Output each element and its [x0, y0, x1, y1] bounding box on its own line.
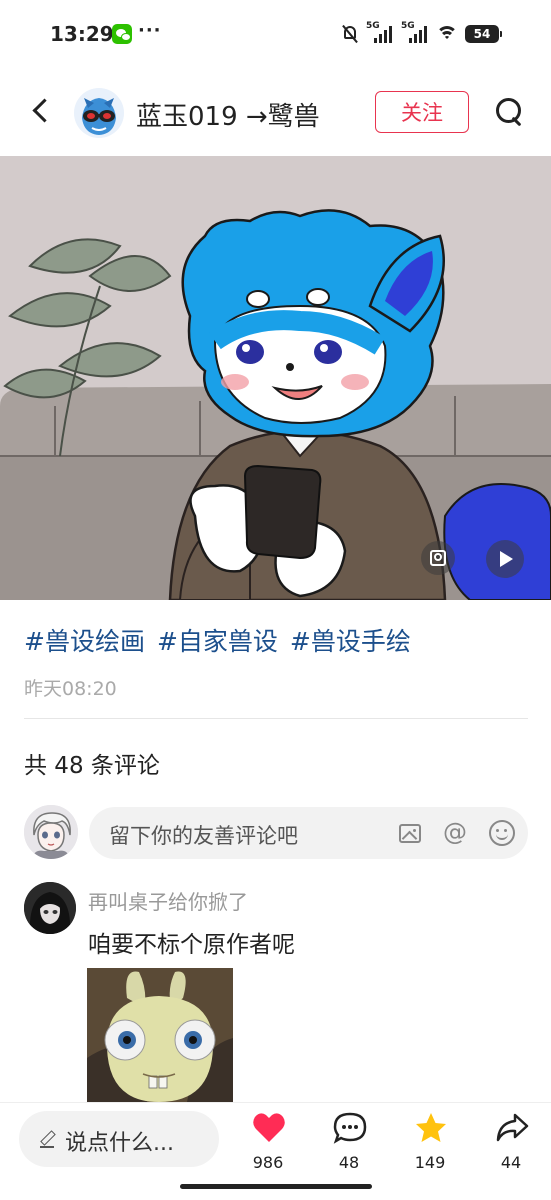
wechat-icon	[112, 24, 132, 44]
pencil-icon	[39, 1131, 55, 1148]
signal-icon: 5G	[401, 21, 429, 45]
post-header: 蓝玉019 →鹭兽 关注	[0, 80, 551, 144]
follow-button[interactable]: 关注	[375, 91, 469, 133]
commenter-avatar[interactable]	[24, 882, 76, 934]
battery-icon: 54	[465, 25, 502, 43]
share-button[interactable]: 44	[481, 1109, 541, 1179]
comment-placeholder: 留下你的友善评论吧	[109, 824, 298, 848]
network-type-1: 5G	[366, 21, 380, 31]
comment-button[interactable]: 48	[319, 1109, 379, 1179]
status-indicators: 5G 5G 54	[341, 21, 502, 46]
author-name[interactable]: 蓝玉019 →鹭兽	[136, 96, 320, 133]
search-icon[interactable]	[494, 96, 526, 128]
status-time: 13:29	[50, 22, 114, 46]
post-image[interactable]	[0, 156, 551, 600]
network-type-2: 5G	[401, 21, 415, 31]
status-bar: 13:29 ··· 5G 5G 54	[0, 0, 551, 70]
share-count: 44	[500, 1153, 522, 1172]
mute-icon	[341, 24, 359, 44]
collect-button[interactable]: 149	[400, 1109, 460, 1179]
wifi-icon	[436, 25, 458, 43]
comment-input[interactable]: 留下你的友善评论吧 @	[89, 807, 528, 859]
signal-icon: 5G	[366, 21, 394, 45]
topic-tag[interactable]: #自家兽设	[157, 622, 278, 658]
say-something-label: 说点什么...	[65, 1131, 174, 1156]
collect-count: 149	[414, 1153, 446, 1172]
comment-count: 共 48 条评论	[24, 753, 160, 779]
comment-text: 咱要不标个原作者呢	[88, 932, 295, 958]
my-avatar	[24, 805, 78, 859]
topic-tag[interactable]: #兽设绘画	[24, 622, 145, 658]
commenter-name[interactable]: 再叫桌子给你掀了	[88, 886, 248, 915]
like-count: 986	[252, 1153, 284, 1172]
star-icon	[416, 1113, 446, 1142]
home-indicator[interactable]	[180, 1184, 372, 1189]
image-icon[interactable]	[399, 824, 421, 843]
say-something-input[interactable]: 说点什么...	[19, 1111, 219, 1167]
comment-sticker-image[interactable]	[87, 968, 233, 1102]
at-icon[interactable]: @	[443, 818, 467, 846]
post-time: 昨天08:20	[24, 678, 117, 700]
share-icon	[496, 1113, 529, 1142]
play-icon[interactable]	[486, 540, 524, 578]
more-notifications-icon: ···	[138, 20, 162, 41]
topic-tag[interactable]: #兽设手绘	[290, 622, 411, 658]
like-button[interactable]: 986	[238, 1109, 298, 1179]
comment-icon	[333, 1112, 367, 1144]
comment-count-label: 48	[338, 1153, 360, 1172]
topic-tags: #兽设绘画 #自家兽设 #兽设手绘	[24, 622, 411, 658]
back-icon[interactable]	[26, 94, 54, 128]
author-avatar[interactable]	[74, 88, 124, 138]
heart-icon	[253, 1113, 285, 1142]
divider	[24, 718, 528, 719]
emoji-icon[interactable]	[489, 820, 515, 846]
image-search-icon[interactable]	[421, 541, 455, 575]
